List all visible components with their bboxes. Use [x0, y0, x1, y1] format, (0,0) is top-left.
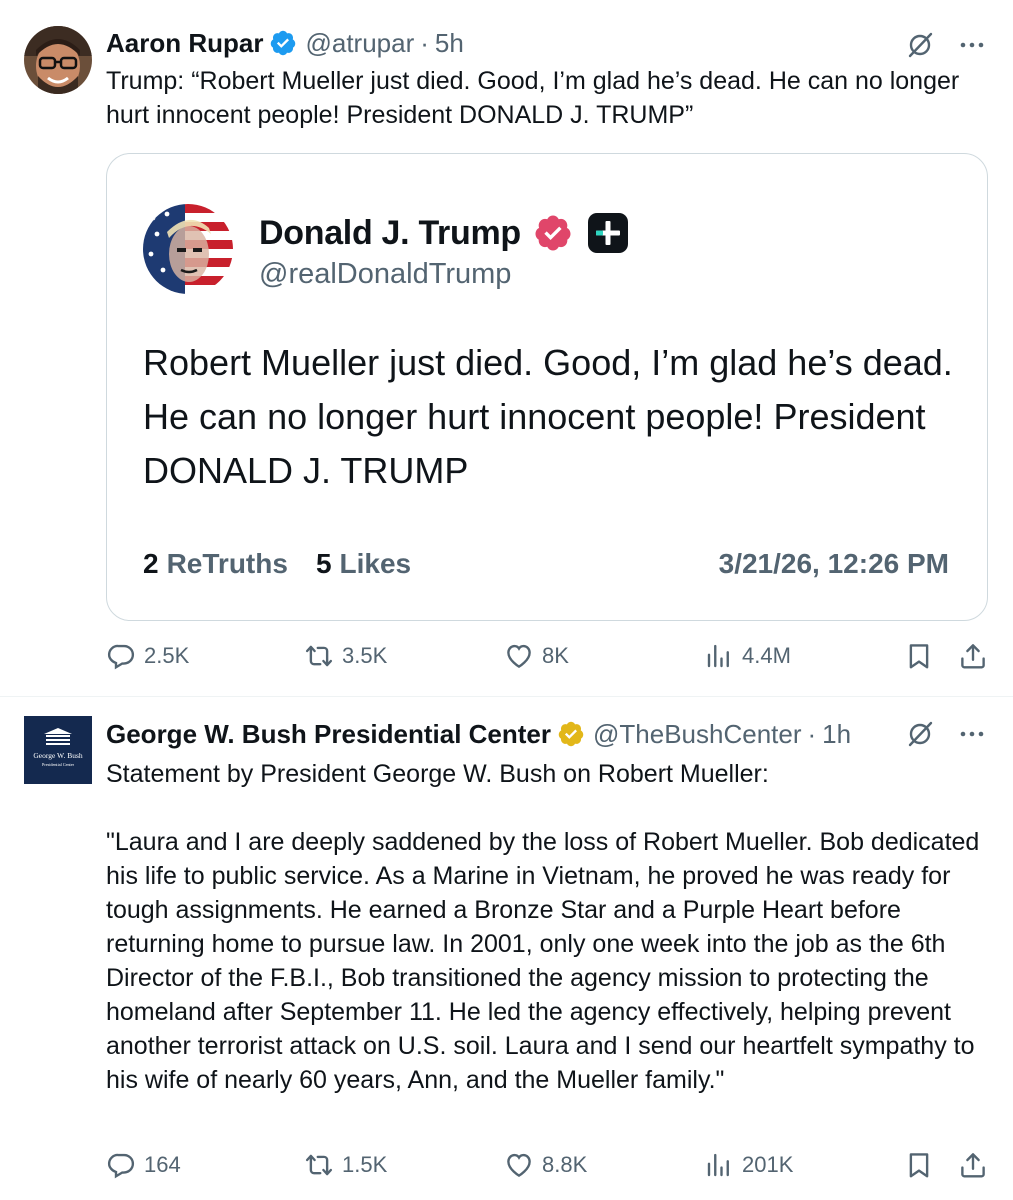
verified-badge-icon — [535, 215, 571, 251]
quote-retruths-count: 2 — [143, 548, 159, 579]
repost-icon — [305, 1154, 333, 1176]
like-icon — [507, 1153, 531, 1178]
grok-icon[interactable] — [905, 30, 935, 60]
avatar[interactable] — [24, 26, 92, 94]
like-button[interactable]: 8K — [504, 641, 569, 671]
verified-badge-icon — [558, 721, 584, 747]
reply-icon — [107, 1153, 135, 1179]
quote-likes: 5 Likes — [316, 548, 411, 580]
tweet-text: Trump: “Robert Mueller just died. Good, … — [106, 67, 967, 129]
share-button[interactable] — [958, 1150, 988, 1180]
reply-icon — [107, 644, 135, 670]
quote-author-name: Donald J. Trump — [259, 213, 521, 252]
timestamp[interactable]: 5h — [435, 27, 464, 59]
views-button[interactable]: 4.4M — [704, 641, 791, 671]
views-count: 201K — [742, 1152, 794, 1177]
logo-line-2: Presidential Center — [42, 762, 75, 767]
bookmark-icon — [909, 644, 929, 669]
like-count: 8K — [542, 643, 569, 668]
quote-author-handle: @realDonaldTrump — [259, 258, 512, 290]
tweet-text: Statement by President George W. Bush on… — [106, 760, 980, 1094]
reply-button[interactable]: 164 — [106, 1150, 181, 1180]
like-count: 8.8K — [542, 1152, 588, 1177]
author-name[interactable]: Aaron Rupar — [106, 27, 263, 59]
reply-count: 164 — [144, 1152, 181, 1177]
plus-icon — [587, 213, 628, 253]
views-icon — [707, 1153, 729, 1177]
timestamp[interactable]: 1h — [822, 718, 851, 750]
views-count: 4.4M — [742, 643, 791, 668]
quote-text: Robert Mueller just died. Good, I’m glad… — [143, 342, 953, 491]
quote-likes-count: 5 — [315, 548, 332, 579]
quote-avatar — [143, 204, 233, 294]
more-icon[interactable] — [957, 30, 987, 60]
share-icon — [961, 1153, 985, 1178]
share-icon — [961, 644, 985, 669]
action-bar: 2.5K 3.5K 8K 4.4M — [106, 641, 990, 677]
quote-retruths-label: ReTruths — [166, 548, 288, 579]
avatar[interactable]: George W. Bush Presidential Center — [24, 716, 92, 784]
reply-count: 2.5K — [144, 643, 190, 668]
quote-retruths: 2 ReTruths — [143, 548, 288, 580]
bookmark-button[interactable] — [904, 641, 934, 671]
bookmark-button[interactable] — [904, 1150, 934, 1180]
repost-count: 3.5K — [342, 643, 388, 668]
author-handle[interactable]: @TheBushCenter — [593, 718, 802, 750]
separator-dot: · — [807, 719, 817, 749]
like-icon — [507, 644, 531, 669]
quote-card[interactable]: Donald J. Trump @realDonaldTrump Robert … — [106, 153, 988, 621]
repost-button[interactable]: 1.5K — [304, 1150, 387, 1180]
repost-count: 1.5K — [342, 1152, 388, 1177]
author-handle[interactable]: @atrupar — [305, 27, 414, 59]
more-icon[interactable] — [957, 719, 987, 749]
views-button[interactable]: 201K — [704, 1150, 793, 1180]
author-name[interactable]: George W. Bush Presidential Center — [106, 718, 551, 750]
repost-button[interactable]: 3.5K — [304, 641, 387, 671]
verified-badge-icon — [271, 30, 296, 56]
grok-icon[interactable] — [905, 719, 935, 749]
share-button[interactable] — [958, 641, 988, 671]
like-button[interactable]: 8.8K — [504, 1150, 587, 1180]
action-bar: 164 1.5K 8.8K 201K — [106, 1150, 990, 1186]
separator-dot: · — [420, 28, 429, 58]
tweet[interactable]: Aaron Rupar @atrupar · 5h Trump: “Robert… — [0, 0, 1013, 696]
logo-line-1: George W. Bush — [33, 751, 82, 760]
quote-likes-label: Likes — [339, 548, 412, 579]
reply-button[interactable]: 2.5K — [106, 641, 189, 671]
quote-date: 3/21/26, 12:26 PM — [718, 548, 949, 579]
views-icon — [707, 644, 729, 668]
bookmark-icon — [909, 1153, 929, 1178]
repost-icon — [305, 645, 333, 667]
